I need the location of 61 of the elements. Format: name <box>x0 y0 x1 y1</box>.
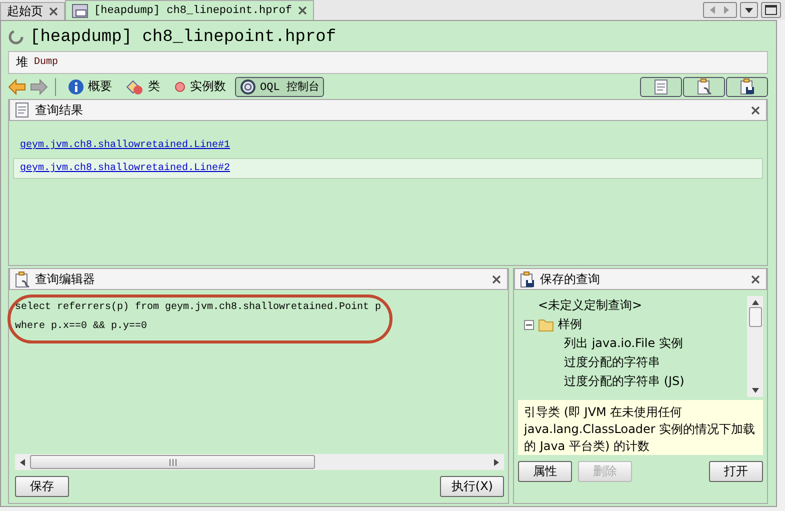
view-button[interactable]: 概要 <box>63 76 117 96</box>
view-button[interactable]: OQL 控制台 <box>235 76 324 96</box>
document-tab[interactable]: 起始页 <box>0 2 65 20</box>
caret-icon <box>744 5 754 15</box>
pane-title: 查询编辑器 <box>35 270 95 288</box>
collapse-toggle[interactable] <box>524 320 534 330</box>
pane-title: 保存的查询 <box>540 270 600 288</box>
maximize-button[interactable] <box>761 2 781 18</box>
folder-label[interactable]: 样例 <box>558 316 582 333</box>
close-icon[interactable] <box>298 6 308 15</box>
saved-query-button[interactable]: 属性 <box>518 461 572 482</box>
horizontal-scrollbar[interactable] <box>15 454 504 470</box>
document-icon <box>14 102 30 118</box>
query-item[interactable]: 过度分配的字符串 (JS) <box>564 373 684 390</box>
grip-icon <box>168 458 176 466</box>
scroll-down-icon[interactable] <box>752 387 758 394</box>
result-link[interactable]: geym.jvm.ch8.shallowretained.Line#2 <box>20 163 230 174</box>
execute-button[interactable]: 执行(X) <box>440 476 504 497</box>
clipboard-icon <box>696 78 712 95</box>
dropdown-button[interactable] <box>740 2 758 18</box>
view-button[interactable]: 类 <box>121 76 165 96</box>
clipboard-save-icon <box>739 78 755 95</box>
document-tab[interactable]: [heapdump] ch8_linepoint.hprof <box>65 0 314 20</box>
saved-query-button[interactable]: 打开 <box>709 461 763 482</box>
save-button[interactable]: 保存 <box>15 476 69 497</box>
maximize-icon <box>765 5 777 15</box>
info-icon <box>68 78 84 94</box>
query-code-line: select referrers(p) from geym.jvm.ch8.shallowretained.Point p <box>15 300 382 315</box>
shapes-icon <box>126 78 144 94</box>
scroll-right-icon[interactable] <box>493 458 500 466</box>
view-button[interactable]: 实例数 <box>169 76 231 96</box>
vertical-scrollbar[interactable] <box>747 296 763 397</box>
folder-icon <box>538 318 554 332</box>
editor-view-button[interactable] <box>683 76 725 96</box>
dot-icon <box>174 80 186 92</box>
saved-queries-button[interactable] <box>726 76 768 96</box>
pane-title: 查询结果 <box>35 102 83 118</box>
query-item[interactable]: 列出 java.io.File 实例 <box>564 335 683 352</box>
results-view-button[interactable] <box>640 76 682 96</box>
clipboard-icon <box>14 270 30 288</box>
breadcrumb-label: 堆 <box>16 54 28 71</box>
scroll-left-icon[interactable] <box>19 458 26 466</box>
breadcrumb-value: Dump <box>34 57 58 68</box>
result-row[interactable]: geym.jvm.ch8.shallowretained.Line#2 <box>13 158 763 179</box>
close-icon[interactable] <box>49 7 58 16</box>
document-title: [heapdump] ch8_linepoint.hprof <box>30 28 336 46</box>
query-description: 引导类 (即 JVM 在未使用任何 java.lang.ClassLoader 实例的情况下加载的 Java 平台类) 的计数 <box>518 400 763 455</box>
close-icon[interactable] <box>751 274 760 284</box>
result-row[interactable]: geym.jvm.ch8.shallowretained.Line#1 <box>13 135 763 156</box>
query-code-line: where p.x==0 && p.y==0 <box>15 320 148 334</box>
close-icon[interactable] <box>751 106 760 114</box>
close-icon[interactable] <box>492 274 501 284</box>
loading-icon <box>8 29 24 45</box>
scroll-thumb[interactable] <box>748 306 762 326</box>
query-item[interactable]: 过度分配的字符串 <box>564 354 660 371</box>
document-icon <box>653 78 669 94</box>
clipboard-save-icon <box>519 270 535 288</box>
query-item[interactable]: <未定义定制查询> <box>538 297 642 314</box>
window-icon <box>72 4 88 18</box>
result-link[interactable]: geym.jvm.ch8.shallowretained.Line#1 <box>20 140 230 151</box>
back-arrow-icon[interactable] <box>8 78 26 94</box>
